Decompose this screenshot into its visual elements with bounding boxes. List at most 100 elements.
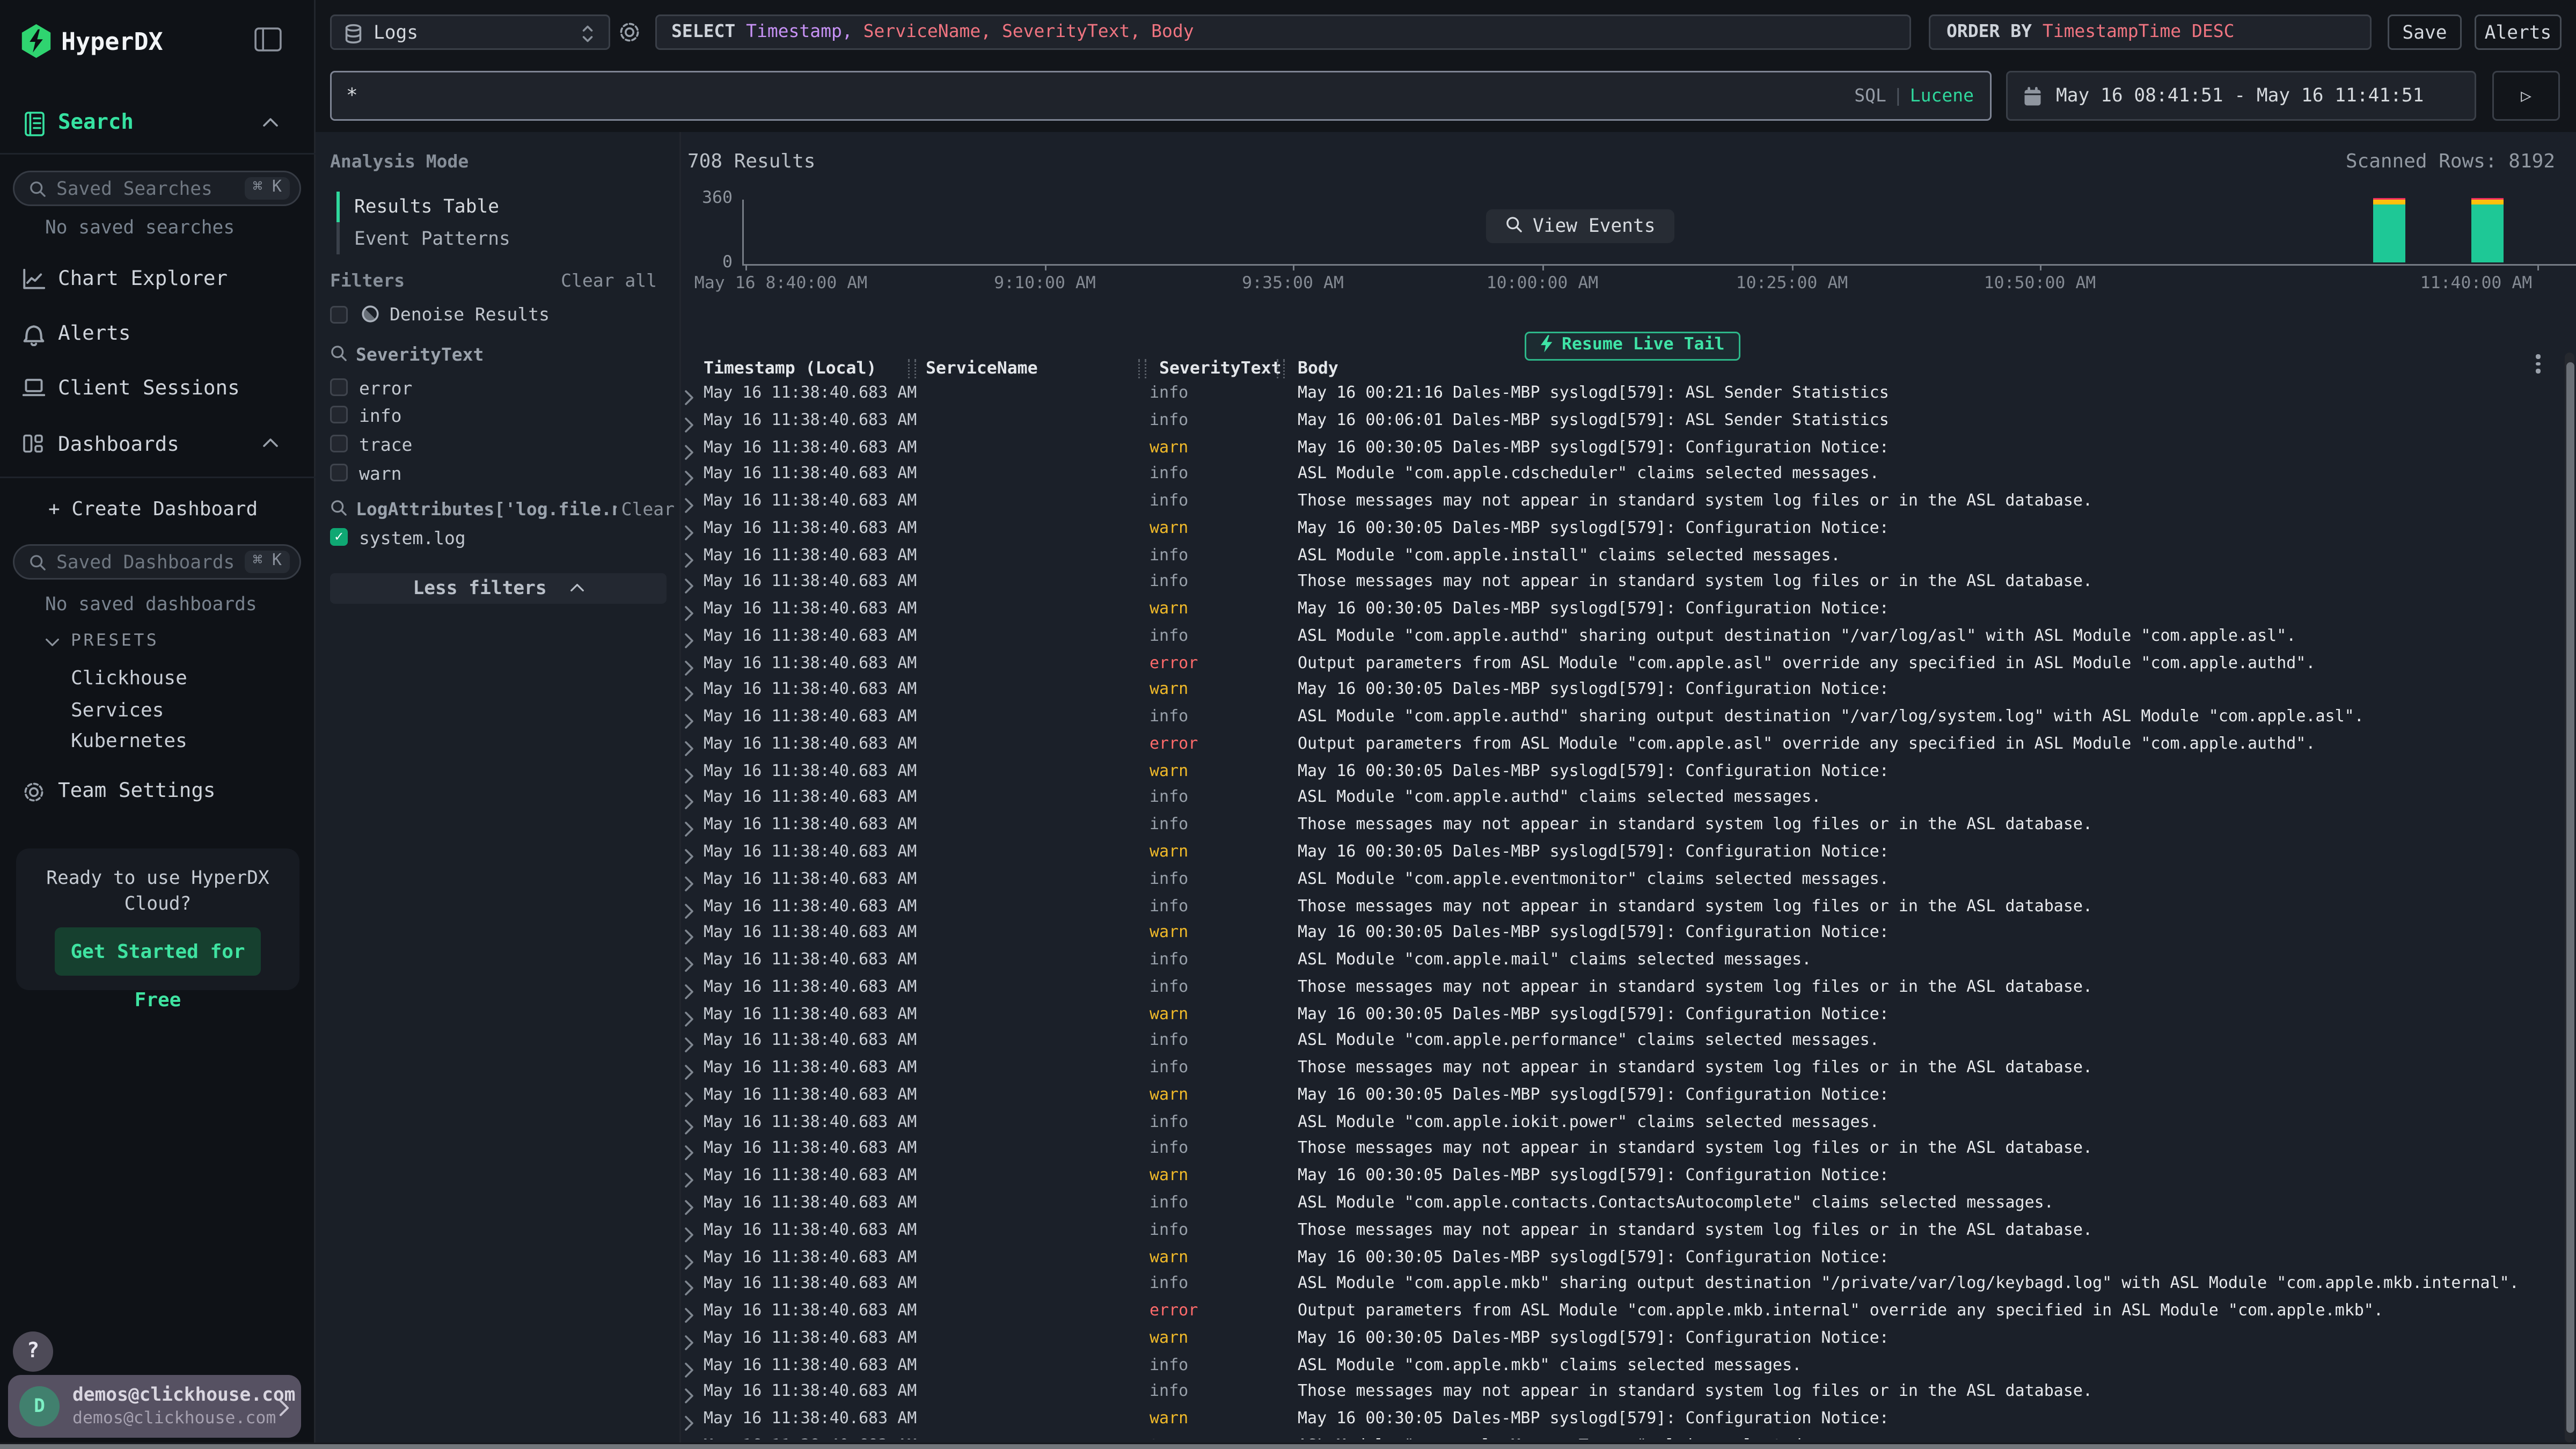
expand-row-icon[interactable] [684,605,694,621]
expand-row-icon[interactable] [684,633,694,649]
checkbox[interactable] [330,463,348,481]
checkbox[interactable] [330,378,348,396]
checkbox-checked[interactable]: ✓ [330,528,348,546]
expand-row-icon[interactable] [684,1011,694,1027]
table-row[interactable]: May 16 11:38:40.683 AM info ASL Module "… [681,1110,2563,1137]
expand-row-icon[interactable] [684,741,694,757]
expand-row-icon[interactable] [684,848,694,865]
expand-row-icon[interactable] [684,822,694,838]
checkbox[interactable] [330,434,348,452]
checkbox[interactable] [330,406,348,423]
table-row[interactable]: May 16 11:38:40.683 AM warn May 16 00:30… [681,436,2563,463]
collapse-sidebar-icon[interactable] [254,27,282,52]
table-row[interactable]: May 16 11:38:40.683 AM error Output para… [681,652,2563,678]
preset-dashboard-link[interactable]: Services [71,698,164,721]
column-resize-handle[interactable] [1277,359,1285,378]
table-row[interactable]: May 16 11:38:40.683 AM info Those messag… [681,976,2563,1002]
table-row[interactable]: May 16 11:38:40.683 AM info May 16 00:06… [681,408,2563,435]
table-row[interactable]: May 16 11:38:40.683 AM info ASL Module "… [681,463,2563,489]
table-row[interactable]: May 16 11:38:40.683 AM info ASL Module "… [681,1191,2563,1218]
sidebar-item-client-sessions[interactable]: Client Sessions [0,374,316,417]
live-tail-play-button[interactable]: ▷ [2492,71,2560,121]
source-settings-gear-icon[interactable] [618,21,641,43]
language-lucene[interactable]: Lucene [1910,85,1974,106]
filter-option[interactable]: trace [316,431,681,458]
tab-event-patterns[interactable]: Event Patterns [354,226,510,249]
expand-row-icon[interactable] [684,956,694,972]
order-by-input[interactable]: ORDER BY TimestampTime DESC [1929,14,2372,50]
expand-row-icon[interactable] [684,1145,694,1161]
select-clause-input[interactable]: SELECT Timestamp, ServiceName, SeverityT… [655,14,1911,50]
table-row[interactable]: May 16 11:38:40.683 AM info ASL Module "… [681,706,2563,733]
table-row[interactable]: May 16 11:38:40.683 AM warn May 16 00:30… [681,759,2563,786]
table-row[interactable]: May 16 11:38:40.683 AM info ASL Module "… [681,948,2563,975]
table-row[interactable]: May 16 11:38:40.683 AM info ASL Module "… [681,1353,2563,1380]
help-button[interactable]: ? [13,1331,53,1372]
table-row[interactable]: May 16 11:38:40.683 AM info ASL Module "… [681,625,2563,652]
saved-dashboards-input[interactable]: Saved Dashboards ⌘ K [13,544,301,580]
clear-filter-link[interactable]: Clear [621,499,675,520]
preset-dashboard-link[interactable]: Kubernetes [71,729,187,752]
sidebar-item-team-settings[interactable]: Team Settings [0,776,316,819]
expand-row-icon[interactable] [684,1226,694,1242]
expand-row-icon[interactable] [684,524,694,540]
expand-row-icon[interactable] [684,767,694,784]
expand-row-icon[interactable] [684,552,694,568]
table-row[interactable]: May 16 11:38:40.683 AM info ASL Module "… [681,867,2563,894]
expand-row-icon[interactable] [684,579,694,595]
table-row[interactable]: May 16 11:38:40.683 AM warn May 16 00:30… [681,1326,2563,1353]
clear-all-link[interactable]: Clear all [561,270,657,291]
vertical-scrollbar-thumb[interactable] [2566,362,2574,1433]
expand-row-icon[interactable] [684,930,694,946]
table-row[interactable]: May 16 11:38:40.683 AM warn May 16 00:30… [681,840,2563,867]
sidebar-item-alerts[interactable]: Alerts [0,319,316,362]
column-resize-handle[interactable] [1138,359,1146,378]
expand-row-icon[interactable] [684,794,694,810]
table-row[interactable]: May 16 11:38:40.683 AM info Those messag… [681,1056,2563,1083]
table-menu-kebab-icon[interactable] [2536,354,2541,376]
expand-row-icon[interactable] [684,1334,694,1350]
table-row[interactable]: May 16 11:38:40.683 AM info Those messag… [681,570,2563,597]
search-input[interactable]: * SQL|Lucene [330,71,1992,121]
expand-row-icon[interactable] [684,1199,694,1216]
table-row[interactable]: May 16 11:38:40.683 AM info Those messag… [681,1137,2563,1164]
table-row[interactable]: May 16 11:38:40.683 AM warn May 16 00:30… [681,516,2563,543]
alerts-button[interactable]: Alerts [2475,14,2562,50]
table-row[interactable]: May 16 11:38:40.683 AM info ASL Module "… [681,544,2563,570]
sidebar-item-chart-explorer[interactable]: Chart Explorer [0,264,316,308]
expand-row-icon[interactable] [684,1173,694,1189]
filter-option[interactable]: info [316,402,681,430]
get-started-button[interactable]: Get Started for Free [55,927,261,976]
table-row[interactable]: May 16 11:38:40.683 AM warn May 16 00:30… [681,1165,2563,1191]
table-row[interactable]: May 16 11:38:40.683 AM info Those messag… [681,1380,2563,1407]
search-icon[interactable] [330,499,348,517]
view-events-button[interactable]: View Events [1486,209,1675,243]
table-row[interactable]: May 16 11:38:40.683 AM info Those messag… [681,1218,2563,1245]
table-row[interactable]: May 16 11:38:40.683 AM info ASL Module "… [681,1029,2563,1056]
column-resize-handle[interactable] [908,359,916,378]
table-row[interactable]: May 16 11:38:40.683 AM trace ASL Module … [681,1435,2563,1439]
expand-row-icon[interactable] [684,1280,694,1297]
table-row[interactable]: May 16 11:38:40.683 AM warn May 16 00:30… [681,597,2563,624]
sidebar-item-dashboards[interactable]: Dashboards [0,430,316,473]
presets-toggle[interactable]: PRESETS [0,630,316,655]
search-icon[interactable] [330,345,348,362]
expand-row-icon[interactable] [684,444,694,460]
expand-row-icon[interactable] [684,1415,694,1431]
filter-option[interactable]: warn [316,460,681,487]
horizontal-scrollbar-thumb[interactable] [0,1444,2576,1448]
table-row[interactable]: May 16 11:38:40.683 AM info Those messag… [681,489,2563,516]
expand-row-icon[interactable] [684,1118,694,1135]
table-row[interactable]: May 16 11:38:40.683 AM info ASL Module "… [681,1272,2563,1299]
table-row[interactable]: May 16 11:38:40.683 AM warn May 16 00:30… [681,1002,2563,1029]
expand-row-icon[interactable] [684,903,694,919]
expand-row-icon[interactable] [684,1388,694,1404]
source-select[interactable]: Logs [330,14,610,50]
table-row[interactable]: May 16 11:38:40.683 AM error Output para… [681,733,2563,759]
date-range-picker[interactable]: May 16 08:41:51 - May 16 11:41:51 [2006,71,2476,121]
preset-dashboard-link[interactable]: Clickhouse [71,667,187,689]
less-filters-button[interactable]: Less filters [330,573,667,604]
expand-row-icon[interactable] [684,416,694,433]
expand-row-icon[interactable] [684,686,694,702]
table-row[interactable]: May 16 11:38:40.683 AM info May 16 00:21… [681,382,2563,408]
